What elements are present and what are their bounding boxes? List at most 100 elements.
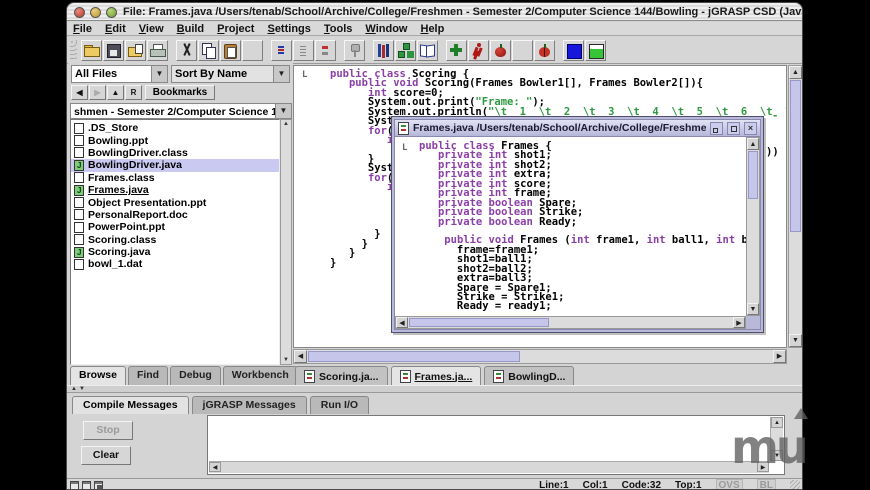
file-list[interactable]: .DS_StoreBowling.pptBowlingDriver.classB…: [70, 119, 280, 365]
list-item[interactable]: Object Presentation.ppt: [71, 196, 279, 208]
window-layout-3-icon[interactable]: [94, 481, 103, 490]
refresh-button[interactable]: R: [125, 85, 142, 100]
messages-horizontal-scrollbar[interactable]: ◀ ▶: [209, 461, 769, 473]
back-button[interactable]: ◀: [71, 85, 88, 100]
scroll-up-icon[interactable]: ▲: [789, 66, 802, 79]
list-item[interactable]: Scoring.class: [71, 234, 279, 246]
plus-button[interactable]: [446, 40, 467, 61]
tab-debug[interactable]: Debug: [170, 366, 221, 385]
minimize-frame-icon[interactable]: [710, 122, 723, 135]
close-frame-icon[interactable]: ×: [744, 122, 757, 135]
tab-find[interactable]: Find: [128, 366, 168, 385]
list-item[interactable]: .DS_Store: [71, 122, 279, 134]
tab-workbench[interactable]: Workbench: [223, 366, 298, 385]
clear-button[interactable]: Clear: [81, 446, 131, 465]
doc1-button[interactable]: [271, 40, 292, 61]
book-button[interactable]: [417, 40, 438, 61]
save-button[interactable]: [103, 40, 124, 61]
bluesq-button[interactable]: [563, 40, 584, 61]
scroll-right-icon[interactable]: ▶: [773, 350, 786, 363]
books-button[interactable]: [373, 40, 394, 61]
scrollbar-thumb[interactable]: [409, 318, 549, 327]
splitter-arrows-icon[interactable]: ▲▼: [71, 386, 87, 392]
list-item[interactable]: Frames.class: [71, 172, 279, 184]
folderdoc-button[interactable]: [125, 40, 146, 61]
editor-horizontal-scrollbar[interactable]: ◀ ▶: [293, 349, 787, 364]
path-combobox[interactable]: shmen - Semester 2/Computer Science 14 ▼: [70, 103, 292, 119]
doc2-button[interactable]: [293, 40, 314, 61]
list-item[interactable]: BowlingDriver.class: [71, 147, 279, 159]
chevron-down-icon[interactable]: ▼: [275, 104, 291, 118]
sort-combobox[interactable]: Sort By Name ▼: [171, 65, 290, 83]
undo-button[interactable]: [242, 40, 263, 61]
menu-file[interactable]: File: [73, 23, 92, 35]
scroll-left-icon[interactable]: ◀: [396, 317, 408, 328]
menu-settings[interactable]: Settings: [267, 23, 310, 35]
chevron-down-icon[interactable]: ▼: [151, 66, 167, 82]
compile-messages-output[interactable]: ▲ ▼ ◀ ▶: [207, 415, 785, 475]
minimize-window-icon[interactable]: [90, 7, 101, 18]
file-filter-combobox[interactable]: All Files ▼: [71, 65, 168, 83]
frames-java-titlebar[interactable]: Frames.java /Users/tenab/School/Archive/…: [395, 120, 760, 137]
scrollbar-thumb[interactable]: [308, 351, 520, 362]
menu-edit[interactable]: Edit: [105, 23, 126, 35]
bookmarks-button[interactable]: Bookmarks: [145, 85, 215, 100]
resize-grip[interactable]: [790, 480, 800, 490]
list-item[interactable]: BowlingDriver.java: [71, 159, 279, 171]
print-button[interactable]: [147, 40, 168, 61]
menu-help[interactable]: Help: [420, 23, 444, 35]
menu-tools[interactable]: Tools: [324, 23, 353, 35]
apple-button[interactable]: [490, 40, 511, 61]
chevron-down-icon[interactable]: ▼: [273, 66, 289, 82]
scroll-left-icon[interactable]: ◀: [209, 462, 221, 472]
run-button[interactable]: [468, 40, 489, 61]
tree-button[interactable]: [395, 40, 416, 61]
menu-build[interactable]: Build: [177, 23, 205, 35]
close-window-icon[interactable]: [74, 7, 85, 18]
forward-button[interactable]: ▶: [89, 85, 106, 100]
menu-view[interactable]: View: [139, 23, 164, 35]
list-item[interactable]: bowl_1.dat: [71, 258, 279, 270]
apple2-button[interactable]: [512, 40, 533, 61]
copy-button[interactable]: [198, 40, 219, 61]
tab-compile-messages[interactable]: Compile Messages: [72, 396, 189, 414]
window-layout-1-icon[interactable]: [70, 481, 79, 490]
list-item[interactable]: Scoring.java: [71, 246, 279, 258]
tab-jgrasp-messages[interactable]: jGRASP Messages: [192, 396, 307, 414]
stop-button[interactable]: Stop: [83, 421, 133, 440]
tab-browse[interactable]: Browse: [70, 366, 126, 385]
toolbar-grip[interactable]: [70, 40, 77, 60]
frames-vertical-scrollbar[interactable]: ▲ ▼: [746, 137, 760, 316]
frames-horizontal-scrollbar[interactable]: ◀ ▶: [395, 316, 746, 329]
zoom-window-icon[interactable]: [106, 7, 117, 18]
applesplit-button[interactable]: [534, 40, 555, 61]
editor-tab[interactable]: Frames.ja...: [391, 366, 482, 387]
list-item[interactable]: Bowling.ppt: [71, 134, 279, 146]
scroll-left-icon[interactable]: ◀: [294, 350, 307, 363]
pin-button[interactable]: [344, 40, 365, 61]
scroll-right-icon[interactable]: ▶: [733, 317, 745, 328]
menu-project[interactable]: Project: [217, 23, 254, 35]
editor-tab[interactable]: Scoring.ja...: [295, 366, 388, 387]
editor-tab[interactable]: BowlingD...: [484, 366, 574, 387]
scroll-down-icon[interactable]: ▼: [789, 334, 802, 347]
list-item[interactable]: Frames.java: [71, 184, 279, 196]
editor-vertical-scrollbar[interactable]: ▲ ▼: [788, 65, 803, 348]
list-item[interactable]: PowerPoint.ppt: [71, 221, 279, 233]
scroll-up-icon[interactable]: ▲: [747, 138, 759, 150]
window-titlebar[interactable]: File: Frames.java /Users/tenab/School/Ar…: [67, 3, 802, 21]
paste-button[interactable]: [220, 40, 241, 61]
scroll-down-icon[interactable]: ▼: [747, 303, 759, 315]
cut-button[interactable]: [176, 40, 197, 61]
maximize-frame-icon[interactable]: [727, 122, 740, 135]
greensq-button[interactable]: [585, 40, 606, 61]
horizontal-splitter[interactable]: ▲▼: [67, 385, 803, 393]
menu-window[interactable]: Window: [365, 23, 407, 35]
file-list-scrollbar[interactable]: ▲▼: [280, 119, 292, 365]
tab-run-i-o[interactable]: Run I/O: [310, 396, 369, 414]
code-editor-frames[interactable]: L public class Frames { private int shot…: [395, 137, 746, 316]
doc3-button[interactable]: [315, 40, 336, 61]
list-item[interactable]: PersonalReport.doc: [71, 209, 279, 221]
scrollbar-thumb[interactable]: [748, 151, 758, 199]
open-button[interactable]: [81, 40, 102, 61]
